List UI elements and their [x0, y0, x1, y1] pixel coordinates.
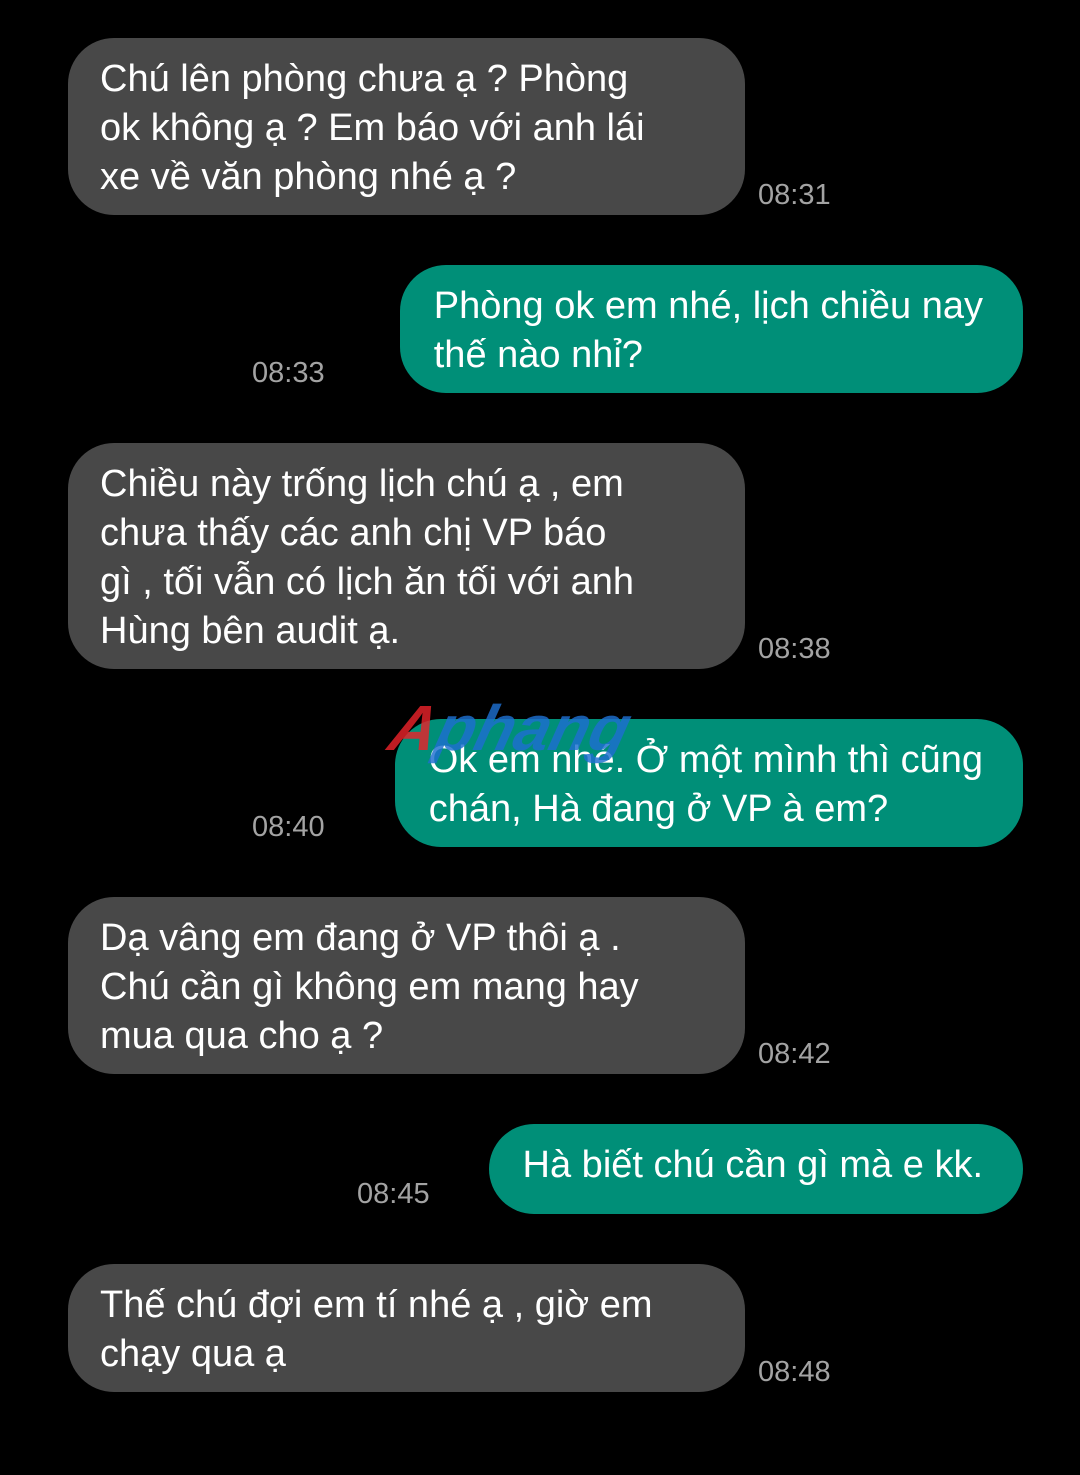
- message-timestamp: 08:42: [758, 1038, 831, 1070]
- message-bubble-outgoing[interactable]: Hà biết chú cần gì mà e kk.: [488, 1124, 1023, 1214]
- message-bubble-incoming[interactable]: Chú lên phòng chưa ạ ? Phòng ok không ạ …: [68, 38, 745, 215]
- message-timestamp: 08:31: [758, 179, 831, 211]
- message-bubble-outgoing[interactable]: Phòng ok em nhé, lịch chiều nay thế nào …: [399, 265, 1023, 393]
- message-bubble-outgoing[interactable]: Ok em nhé. Ở một mình thì cũng chán, Hà …: [394, 719, 1023, 847]
- message-bubble-incoming[interactable]: Chiều này trống lịch chú ạ , em chưa thấ…: [68, 443, 745, 669]
- message-bubble-incoming[interactable]: Dạ vâng em đang ở VP thôi ạ . Chú cần gì…: [68, 897, 745, 1074]
- message-timestamp: 08:38: [758, 633, 831, 665]
- message-timestamp: 08:33: [252, 357, 325, 389]
- message-bubble-incoming[interactable]: Thế chú đợi em tí nhé ạ , giờ em chạy qu…: [68, 1264, 745, 1392]
- message-timestamp: 08:40: [252, 811, 325, 843]
- message-timestamp: 08:45: [357, 1178, 430, 1210]
- chat-thread: Chú lên phòng chưa ạ ? Phòng ok không ạ …: [0, 0, 1080, 1475]
- message-timestamp: 08:48: [758, 1356, 831, 1388]
